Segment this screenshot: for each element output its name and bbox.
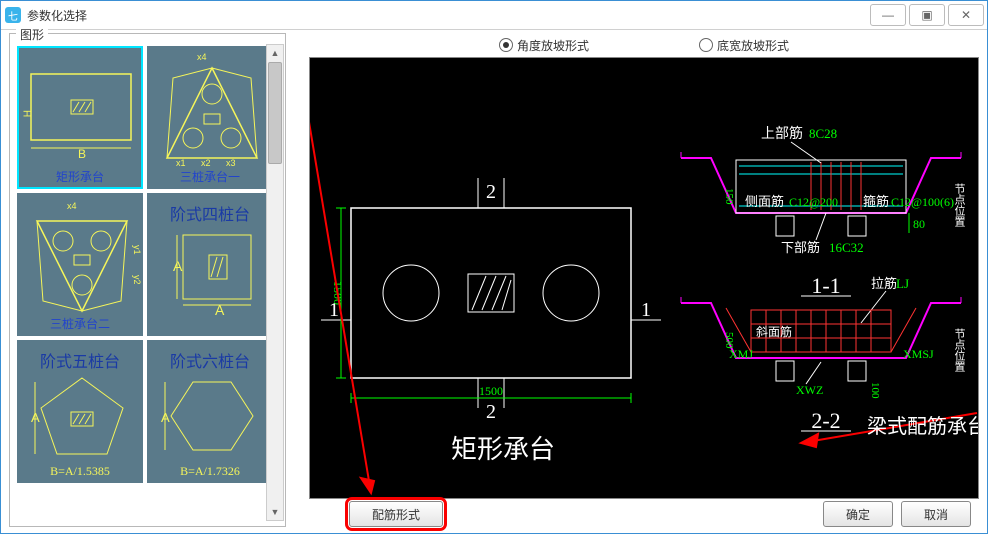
svg-text:x4: x4 bbox=[67, 201, 77, 211]
shape-groupbox: 图形 B H 矩形承台 bbox=[9, 33, 286, 527]
maximize-button[interactable]: ▣ bbox=[909, 4, 945, 26]
thumb-label: 三桩承台二 bbox=[19, 315, 141, 332]
svg-text:2: 2 bbox=[486, 181, 496, 203]
svg-text:16C32: 16C32 bbox=[829, 240, 864, 255]
thumb-step-5[interactable]: 阶式五桩台 A B=A/1.5385 bbox=[17, 340, 143, 483]
radio-angle-slope[interactable]: 角度放坡形式 bbox=[499, 37, 589, 54]
rebar-form-button[interactable]: 配筋形式 bbox=[349, 501, 443, 527]
svg-text:C12@200: C12@200 bbox=[789, 195, 838, 209]
svg-text:1: 1 bbox=[641, 299, 651, 321]
minimize-button[interactable]: — bbox=[870, 4, 906, 26]
svg-text:80: 80 bbox=[913, 217, 925, 231]
svg-text:x4: x4 bbox=[197, 52, 207, 62]
svg-text:1-1: 1-1 bbox=[811, 273, 840, 298]
left-drawing-title: 矩形承台 bbox=[451, 435, 555, 464]
svg-text:XMSJ: XMSJ bbox=[903, 347, 934, 361]
thumb-sub: B=A/1.5385 bbox=[19, 464, 141, 479]
close-button[interactable]: ✕ bbox=[948, 4, 984, 26]
svg-text:节点位置: 节点位置 bbox=[953, 328, 966, 372]
svg-text:y2: y2 bbox=[132, 275, 142, 285]
svg-text:LJ: LJ bbox=[896, 276, 909, 291]
thumb-title: 阶式四桩台 bbox=[149, 201, 271, 225]
svg-text:上部筋: 上部筋 bbox=[761, 125, 803, 142]
thumb-step-6[interactable]: 阶式六桩台 A B=A/1.7326 bbox=[147, 340, 273, 483]
scroll-thumb[interactable] bbox=[268, 62, 282, 164]
svg-text:150: 150 bbox=[723, 188, 735, 205]
svg-text:箍筋: 箍筋 bbox=[863, 194, 889, 209]
thumb-title: 阶式六桩台 bbox=[149, 348, 271, 372]
preview-canvas: 2 2 1 1 1500 1500 矩形承台 bbox=[309, 57, 979, 499]
radio-width-slope[interactable]: 底宽放坡形式 bbox=[699, 37, 789, 54]
svg-text:下部筋: 下部筋 bbox=[781, 240, 820, 255]
thumb-label: 三桩承台一 bbox=[149, 168, 271, 185]
thumb-step-4[interactable]: 阶式四桩台 A A bbox=[147, 193, 273, 336]
svg-text:A: A bbox=[173, 258, 183, 274]
thumb-sub: B=A/1.7326 bbox=[149, 464, 271, 479]
svg-text:100: 100 bbox=[869, 382, 881, 399]
svg-text:C12@100(6): C12@100(6) bbox=[891, 195, 954, 209]
thumb-tripile-2[interactable]: x4 y1 y2 三桩承台二 bbox=[17, 193, 143, 336]
thumbnail-scrollbar[interactable]: ▲ ▼ bbox=[266, 44, 284, 521]
svg-text:2-2: 2-2 bbox=[811, 408, 840, 433]
svg-text:H: H bbox=[21, 110, 32, 117]
titlebar: 七 参数化选择 — ▣ ✕ bbox=[1, 1, 987, 30]
svg-text:B: B bbox=[78, 147, 86, 161]
radio-icon bbox=[499, 38, 513, 52]
groupbox-title: 图形 bbox=[16, 26, 48, 43]
cancel-button[interactable]: 取消 bbox=[901, 501, 971, 527]
app-icon: 七 bbox=[5, 7, 21, 23]
window-title: 参数化选择 bbox=[27, 7, 87, 24]
svg-text:XWZ: XWZ bbox=[796, 383, 823, 397]
right-drawing-title: 梁式配筋承台 bbox=[867, 415, 978, 438]
radio-label: 底宽放坡形式 bbox=[717, 37, 789, 54]
svg-text:x1: x1 bbox=[176, 158, 186, 168]
svg-text:2: 2 bbox=[486, 401, 496, 423]
svg-text:y1: y1 bbox=[132, 245, 142, 255]
thumb-label: 矩形承台 bbox=[19, 168, 141, 185]
thumb-rect-cap[interactable]: B H 矩形承台 bbox=[17, 46, 143, 189]
svg-text:侧面筋: 侧面筋 bbox=[745, 194, 784, 209]
radio-label: 角度放坡形式 bbox=[517, 37, 589, 54]
scroll-up-icon[interactable]: ▲ bbox=[267, 45, 283, 61]
svg-text:拉筋: 拉筋 bbox=[871, 276, 897, 291]
svg-text:8C28: 8C28 bbox=[809, 126, 837, 141]
svg-text:A: A bbox=[215, 302, 225, 318]
ok-button[interactable]: 确定 bbox=[823, 501, 893, 527]
thumb-tripile-1[interactable]: x4 x1 x2 x3 三桩承台一 bbox=[147, 46, 273, 189]
thumb-title: 阶式五桩台 bbox=[19, 348, 141, 372]
svg-text:x3: x3 bbox=[226, 158, 236, 168]
scroll-down-icon[interactable]: ▼ bbox=[267, 504, 283, 520]
svg-text:节点位置: 节点位置 bbox=[953, 183, 966, 227]
svg-text:1500: 1500 bbox=[479, 384, 503, 398]
svg-text:XMJ: XMJ bbox=[729, 347, 753, 361]
svg-text:500: 500 bbox=[723, 332, 735, 349]
radio-icon bbox=[699, 38, 713, 52]
svg-text:斜面筋: 斜面筋 bbox=[756, 324, 792, 339]
svg-text:x2: x2 bbox=[201, 158, 211, 168]
